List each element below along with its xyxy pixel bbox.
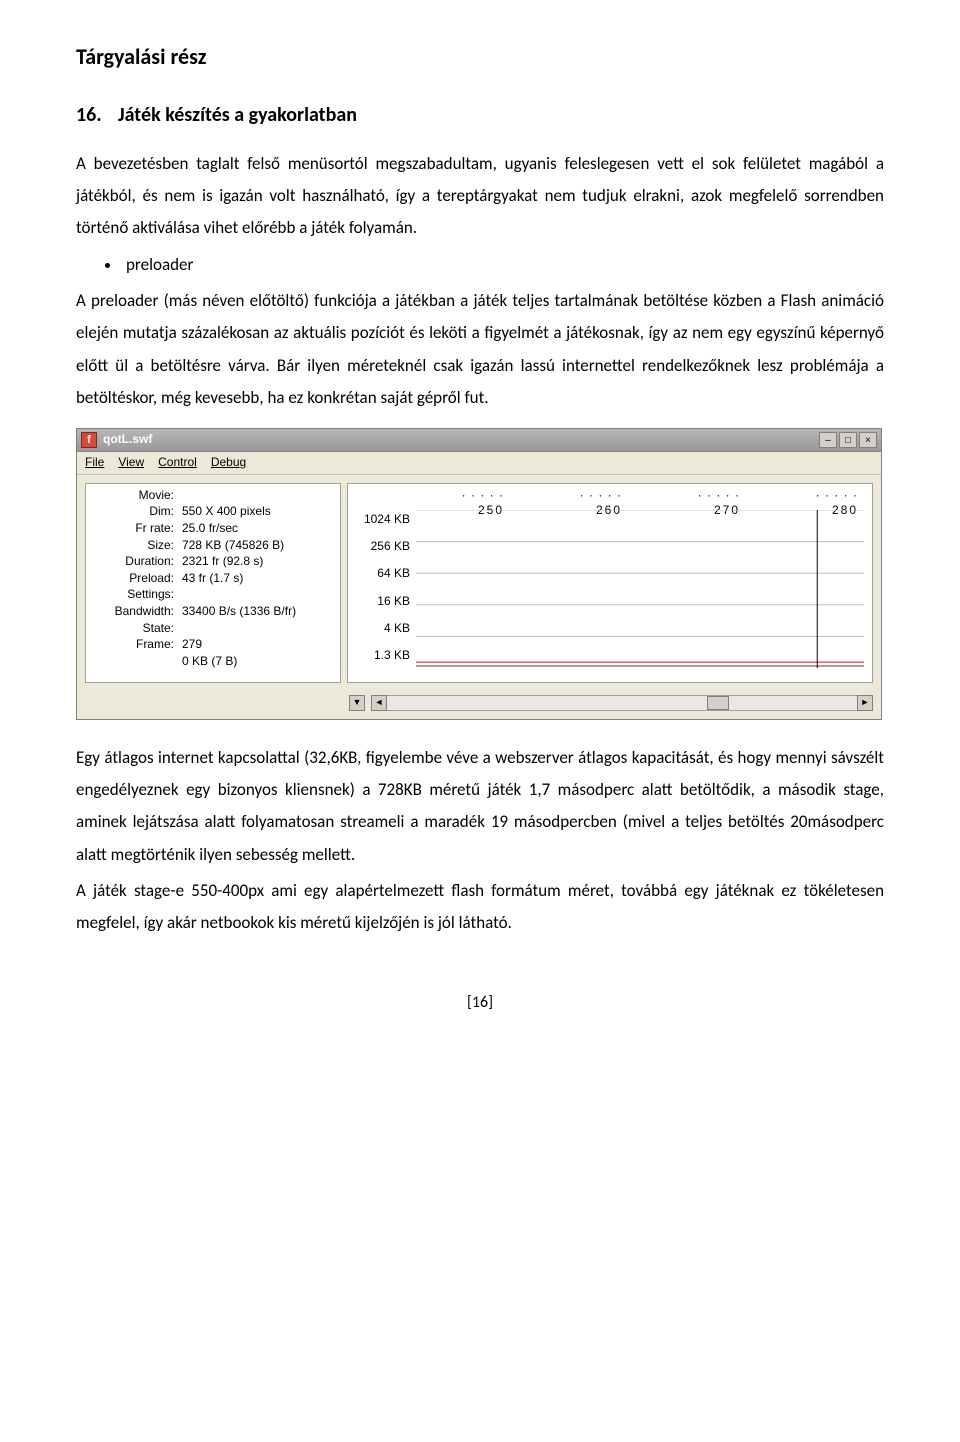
y-axis-labels: 1024 KB 256 KB 64 KB 16 KB 4 KB 1.3 KB: [352, 512, 410, 664]
window-title: qotL.swf: [103, 432, 819, 448]
paragraph-2: A preloader (más néven előtöltő) funkció…: [76, 285, 884, 414]
bandwidth-graph: 250 260 270 280 1024 KB 256 KB 64 KB 16 …: [347, 483, 873, 683]
scroll-right-button[interactable]: ►: [857, 695, 873, 711]
movie-info-panel: Movie: Dim: 550 X 400 pixels Fr rate: 25.0…: [85, 483, 341, 683]
label-settings: Settings:: [92, 587, 174, 603]
bullet-preloader: preloader: [122, 249, 884, 281]
page-number: [16]: [76, 988, 884, 1018]
close-button[interactable]: ×: [859, 432, 877, 448]
value-size: 728 KB (745826 B): [182, 538, 284, 554]
horizontal-scrollbar[interactable]: ▼ ◄ ►: [77, 691, 881, 719]
value-frame: 279: [182, 637, 202, 653]
paragraph-4: A játék stage-e 550-400px ami egy alapér…: [76, 875, 884, 940]
heading-number: 16.: [76, 96, 118, 134]
section-title: Tárgyalási rész: [76, 36, 884, 78]
label-state: State:: [92, 621, 174, 637]
menu-file[interactable]: File: [85, 455, 104, 471]
label-frame: Frame:: [92, 637, 174, 653]
menu-control[interactable]: Control: [158, 455, 197, 471]
menu-view[interactable]: View: [118, 455, 144, 471]
maximize-button[interactable]: □: [839, 432, 857, 448]
scroll-thumb[interactable]: [707, 696, 729, 710]
label-movie: Movie:: [92, 488, 174, 504]
heading: 16.Játék készítés a gyakorlatban: [76, 96, 884, 134]
plot-area: [416, 510, 864, 668]
label-bandwidth: Bandwidth:: [92, 604, 174, 620]
value-duration: 2321 fr (92.8 s): [182, 554, 263, 570]
paragraph-3: Egy átlagos internet kapcsolattal (32,6K…: [76, 742, 884, 871]
scroll-track[interactable]: [387, 695, 857, 711]
paragraph-1: A bevezetésben taglalt felső menüsortól …: [76, 148, 884, 245]
label-fsize: [92, 654, 174, 670]
heading-text: Játék készítés a gyakorlatban: [118, 103, 357, 127]
value-frrate: 25.0 fr/sec: [182, 521, 238, 537]
minimize-button[interactable]: –: [819, 432, 837, 448]
value-dim: 550 X 400 pixels: [182, 504, 271, 520]
value-fsize: 0 KB (7 B): [182, 654, 237, 670]
flash-icon: f: [81, 432, 97, 448]
scroll-down-button[interactable]: ▼: [349, 695, 365, 711]
menubar: File View Control Debug: [77, 452, 881, 475]
label-dim: Dim:: [92, 504, 174, 520]
label-preload: Preload:: [92, 571, 174, 587]
menu-debug[interactable]: Debug: [211, 455, 246, 471]
label-size: Size:: [92, 538, 174, 554]
value-bandwidth: 33400 B/s (1336 B/fr): [182, 604, 296, 620]
bullet-list: preloader: [122, 249, 884, 281]
flash-bandwidth-profiler-window: f qotL.swf – □ × File View Control Debug…: [76, 428, 884, 720]
label-duration: Duration:: [92, 554, 174, 570]
window-titlebar[interactable]: f qotL.swf – □ ×: [77, 429, 881, 452]
value-preload: 43 fr (1.7 s): [182, 571, 243, 587]
scroll-left-button[interactable]: ◄: [371, 695, 387, 711]
label-frrate: Fr rate:: [92, 521, 174, 537]
